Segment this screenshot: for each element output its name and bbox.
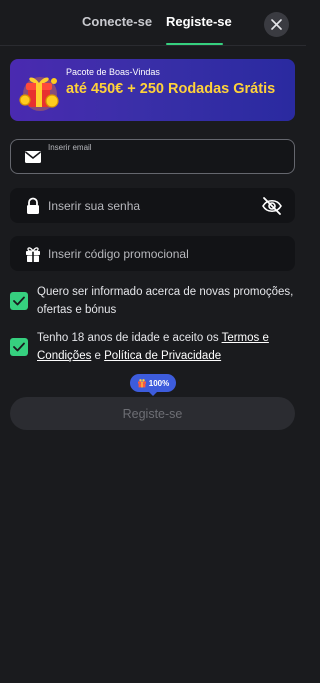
lock-icon [27,197,39,214]
checkmark-icon [13,296,25,306]
gift-icon [26,247,40,262]
gift-coins-icon [19,77,59,111]
close-icon [271,19,282,30]
marketing-consent-text: Quero ser informado acerca de novas prom… [37,286,294,316]
age-terms-text-before: Tenho 18 anos de idade e aceito os [37,332,222,344]
banner-kicker: Pacote de Boas-Vindas [66,67,160,77]
password-input[interactable] [48,189,268,222]
register-submit-button[interactable]: Registe-se [10,397,295,430]
password-field[interactable] [10,188,295,223]
form-progress-badge: 100% [130,374,176,396]
close-button[interactable] [264,12,289,37]
age-terms-checkbox[interactable] [10,338,28,356]
tab-register[interactable]: Registe-se [166,14,232,29]
promo-code-input[interactable] [48,237,268,270]
email-field[interactable]: Inserir email [10,139,295,174]
email-input[interactable] [48,150,268,172]
age-terms-text-mid: e [91,350,105,362]
age-terms-text: Tenho 18 anos de idade e aceito os Termo… [37,329,295,365]
gift-icon [137,379,146,388]
eye-off-icon[interactable] [261,196,283,216]
checkmark-icon [13,342,25,352]
auth-header: Conecte-se Registe-se [0,0,306,46]
marketing-consent-checkbox[interactable] [10,292,28,310]
active-tab-indicator [166,43,223,45]
welcome-bonus-banner[interactable]: Pacote de Boas-Vindas até 450€ + 250 Rod… [10,59,295,121]
privacy-policy-link[interactable]: Política de Privacidade [104,350,221,362]
promo-code-field[interactable] [10,236,295,271]
tab-login[interactable]: Conecte-se [82,14,152,29]
progress-label: 100% [148,378,170,388]
envelope-icon [25,151,41,163]
banner-title: até 450€ + 250 Rodadas Grátis [66,81,276,97]
